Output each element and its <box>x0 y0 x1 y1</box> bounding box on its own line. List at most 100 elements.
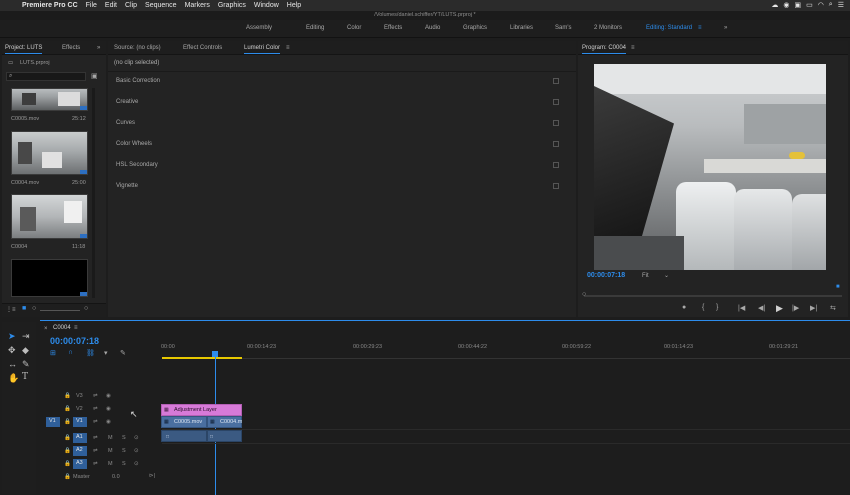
add-marker-icon[interactable]: ▾ <box>104 349 108 357</box>
mute-button[interactable]: M <box>108 448 113 454</box>
solo-button[interactable]: S <box>122 448 126 454</box>
eye-icon[interactable]: ◉ <box>106 406 111 412</box>
sync-lock-icon[interactable]: ⇌ <box>93 448 98 454</box>
section-checkbox[interactable] <box>553 120 559 126</box>
go-to-out-icon[interactable]: ▶| <box>810 304 817 312</box>
workspace-graphics[interactable]: Graphics <box>463 25 487 31</box>
creative-cloud-icon[interactable]: ☁ <box>771 1 778 9</box>
workspace-editing-standard[interactable]: Editing: Standard <box>646 25 692 31</box>
tab-program[interactable]: Program: C0004 <box>582 45 627 54</box>
solo-button[interactable]: S <box>122 435 126 441</box>
menu-clip[interactable]: Clip <box>125 2 137 9</box>
menu-sequence[interactable]: Sequence <box>145 2 177 9</box>
section-checkbox[interactable] <box>553 141 559 147</box>
nest-icon[interactable]: ⊞ <box>50 349 56 357</box>
section-color-wheels[interactable]: Color Wheels <box>116 141 152 147</box>
menu-edit[interactable]: Edit <box>105 2 117 9</box>
track-target-a2[interactable]: A2 <box>73 446 87 456</box>
selection-tool-icon[interactable]: ➤ <box>8 331 16 342</box>
tab-source[interactable]: Source: (no clips) <box>114 45 161 51</box>
play-icon[interactable]: ▶ <box>776 303 783 314</box>
workspace-libraries[interactable]: Libraries <box>510 25 533 31</box>
track-target-a3[interactable]: A3 <box>73 459 87 469</box>
section-vignette[interactable]: Vignette <box>116 183 138 189</box>
project-search-input[interactable]: ⌕ <box>6 72 86 81</box>
tab-project[interactable]: Project: LUTS <box>5 45 43 54</box>
section-creative[interactable]: Creative <box>116 99 138 105</box>
search-icon[interactable]: ⌕ <box>829 1 833 9</box>
lock-icon[interactable]: 🔒 <box>64 419 71 425</box>
camera-icon[interactable]: ▣ <box>794 1 801 9</box>
master-end-icon[interactable]: ⊳| <box>149 473 155 479</box>
tab-effect-controls[interactable]: Effect Controls <box>183 45 222 51</box>
menu-window[interactable]: Window <box>254 2 279 9</box>
mic-icon[interactable]: ⊙ <box>134 435 139 441</box>
menu-list-icon[interactable]: ☰ <box>838 1 844 9</box>
workspace-sams[interactable]: Sam's <box>555 25 571 31</box>
sync-lock-icon[interactable]: ⇌ <box>93 419 98 425</box>
sync-lock-icon[interactable]: ⇌ <box>93 393 98 399</box>
slip-tool-icon[interactable]: ↔ <box>8 359 17 369</box>
menu-file[interactable]: File <box>86 2 97 9</box>
workspace-color[interactable]: Color <box>347 25 361 31</box>
lock-icon[interactable]: 🔒 <box>64 448 71 454</box>
lock-icon[interactable]: 🔒 <box>64 393 71 399</box>
mute-button[interactable]: M <box>108 435 113 441</box>
track-label-v3[interactable]: V3 <box>76 393 83 399</box>
menu-markers[interactable]: Markers <box>185 2 210 9</box>
workspace-more-button[interactable]: » <box>724 25 727 31</box>
sequence-tab[interactable]: C0004 <box>53 325 71 331</box>
sync-lock-icon[interactable]: ⇌ <box>93 406 98 412</box>
eye-icon[interactable]: ◉ <box>106 419 111 425</box>
lock-icon[interactable]: 🔒 <box>64 435 71 441</box>
mic-icon[interactable]: ⊙ <box>134 461 139 467</box>
linked-selection-icon[interactable]: ⛓ <box>86 349 95 357</box>
lock-icon[interactable]: 🔒 <box>64 406 71 412</box>
thumbnail-size-slider[interactable] <box>40 310 80 311</box>
program-menu-icon[interactable]: ≡ <box>631 45 635 51</box>
clip-audio-a1[interactable]: □ <box>207 430 242 442</box>
lock-icon[interactable]: 🔒 <box>64 461 71 467</box>
eye-icon[interactable]: ◉ <box>106 393 111 399</box>
clip-adjustment-layer[interactable]: ▦ Adjustment Layer <box>161 404 242 416</box>
master-volume[interactable]: 0.0 <box>112 474 120 480</box>
section-checkbox[interactable] <box>553 99 559 105</box>
ripple-edit-tool-icon[interactable]: ✥ <box>8 345 16 356</box>
section-hsl-secondary[interactable]: HSL Secondary <box>116 162 158 168</box>
section-checkbox[interactable] <box>553 162 559 168</box>
track-target-v1[interactable]: V1 <box>73 417 87 427</box>
zoom-in-icon[interactable]: ○ <box>84 305 88 312</box>
hand-tool-icon[interactable]: ✋ <box>8 373 19 384</box>
new-bin-icon[interactable]: ▣ <box>91 72 98 80</box>
fit-dropdown[interactable]: Fit <box>642 273 649 279</box>
workspace-2-monitors[interactable]: 2 Monitors <box>594 25 622 31</box>
workspace-audio[interactable]: Audio <box>425 25 440 31</box>
close-icon[interactable]: × <box>44 326 48 332</box>
tab-effects[interactable]: Effects <box>62 45 80 51</box>
work-area-bar[interactable] <box>162 357 242 359</box>
step-back-icon[interactable]: ◀| <box>758 304 765 312</box>
razor-tool-icon[interactable]: ◆ <box>22 345 29 356</box>
app-menu[interactable]: Premiere Pro CC <box>22 2 78 9</box>
project-scrollbar[interactable] <box>92 88 95 298</box>
step-forward-icon[interactable]: |▶ <box>792 304 799 312</box>
section-basic-correction[interactable]: Basic Correction <box>116 78 160 84</box>
clip-thumbnail[interactable] <box>11 88 88 111</box>
clip-thumbnail[interactable] <box>11 131 88 175</box>
solo-button[interactable]: S <box>122 461 126 467</box>
menu-graphics[interactable]: Graphics <box>218 2 246 9</box>
source-patch-v1[interactable]: V1 <box>46 417 60 427</box>
type-tool-icon[interactable]: T <box>22 372 28 382</box>
track-label-v2[interactable]: V2 <box>76 406 83 412</box>
track-target-a1[interactable]: A1 <box>73 433 87 443</box>
snap-icon[interactable]: ∩ <box>68 349 73 356</box>
export-frame-icon[interactable]: ⇆ <box>830 304 836 312</box>
workspace-assembly[interactable]: Assembly <box>246 25 272 31</box>
menu-help[interactable]: Help <box>287 2 301 9</box>
workspace-effects[interactable]: Effects <box>384 25 402 31</box>
mic-icon[interactable]: ⊙ <box>134 448 139 454</box>
program-video-frame[interactable] <box>594 64 826 270</box>
clip-thumbnail[interactable] <box>11 194 88 239</box>
icon-view-icon[interactable]: ■ <box>22 305 26 312</box>
program-timecode[interactable]: 00:00:07:18 <box>587 272 625 279</box>
